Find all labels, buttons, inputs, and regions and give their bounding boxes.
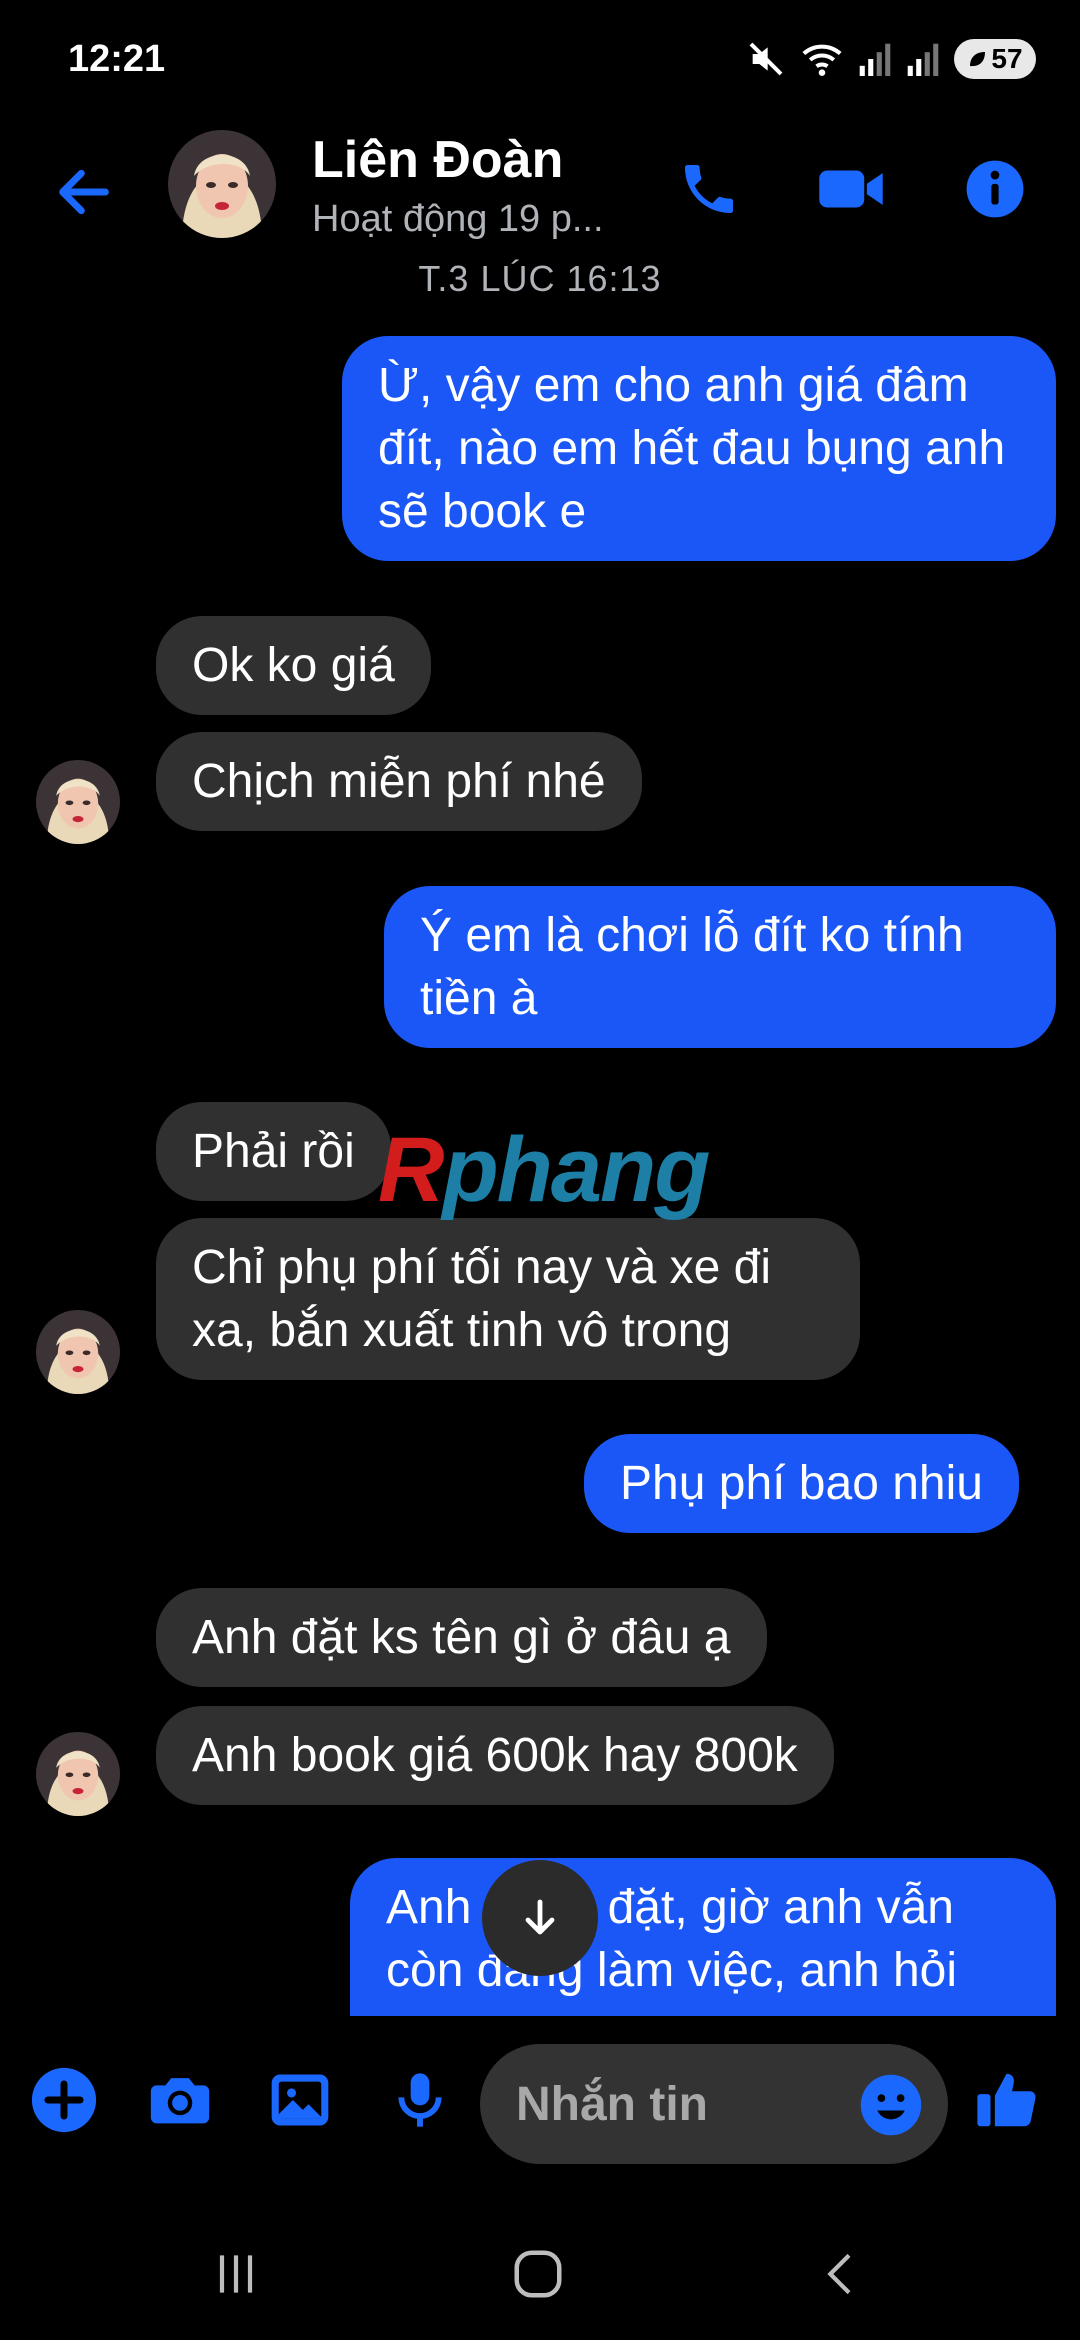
avatar-portrait xyxy=(36,1732,120,1816)
message-text: Anh đặt ks tên gì ở đâu ạ xyxy=(192,1611,731,1664)
message-incoming[interactable]: Ok ko giá xyxy=(156,616,431,715)
conversation-timestamp: T.3 LÚC 16:13 xyxy=(418,258,662,299)
home-icon xyxy=(514,2250,562,2298)
more-actions-button[interactable] xyxy=(24,2060,104,2140)
message-text: Phải rồi xyxy=(192,1125,355,1178)
avatar-portrait xyxy=(36,1310,120,1394)
wifi-icon xyxy=(802,44,842,76)
sender-avatar[interactable] xyxy=(36,760,120,844)
back-arrow-icon xyxy=(59,169,109,215)
message-outgoing[interactable]: Anh chưa đặt, giờ anh vẫn còn đang làm v… xyxy=(350,1858,1056,2016)
message-incoming[interactable]: Anh book giá 600k hay 800k xyxy=(156,1706,834,1805)
sender-avatar[interactable] xyxy=(36,1732,120,1816)
message-outgoing[interactable]: Ừ, vậy em cho anh giá đâm đít, nào em hế… xyxy=(342,336,1056,561)
camera-button[interactable] xyxy=(140,2060,220,2140)
home-button[interactable] xyxy=(506,2242,570,2306)
back-button[interactable] xyxy=(52,160,116,224)
recent-apps-icon xyxy=(219,2255,253,2293)
message-outgoing[interactable]: Phụ phí bao nhiu xyxy=(584,1434,1019,1533)
voice-message-button[interactable] xyxy=(380,2060,460,2140)
message-incoming[interactable]: Chịch miễn phí nhé xyxy=(156,732,642,831)
emoji-icon[interactable] xyxy=(858,2072,924,2138)
message-text: Chịch miễn phí nhé xyxy=(192,755,606,808)
message-incoming[interactable]: Anh đặt ks tên gì ở đâu ạ xyxy=(156,1588,767,1687)
scroll-to-bottom-button[interactable] xyxy=(482,1860,598,1976)
leaf-icon xyxy=(970,52,986,67)
like-button[interactable] xyxy=(968,2060,1048,2140)
mute-icon xyxy=(749,42,783,76)
message-text: Ý em là chơi lỗ đít ko tính tiền à xyxy=(420,909,964,1025)
camera-icon xyxy=(150,2078,210,2124)
back-nav-icon xyxy=(827,2253,851,2295)
image-icon xyxy=(271,2074,329,2126)
message-incoming[interactable]: Phải rồi xyxy=(156,1102,391,1201)
status-time: 12:21 xyxy=(68,38,166,80)
status-icons: 57 xyxy=(746,34,1036,84)
conversation-info-button[interactable] xyxy=(956,150,1034,228)
message-text: Ừ, vậy em cho anh giá đâm đít, nào em hế… xyxy=(378,359,1006,538)
status-bar: 12:21 57 xyxy=(0,0,1080,120)
battery-indicator: 57 xyxy=(954,39,1036,79)
watermark-logo: Rphang xyxy=(378,1119,710,1221)
system-back-button[interactable] xyxy=(810,2242,874,2306)
gallery-button[interactable] xyxy=(260,2060,340,2140)
contact-name[interactable]: Liên Đoàn xyxy=(312,130,563,190)
video-call-button[interactable] xyxy=(812,150,890,228)
phone-icon xyxy=(685,165,733,213)
info-icon xyxy=(966,160,1024,218)
avatar-portrait xyxy=(36,760,120,844)
message-input[interactable] xyxy=(516,2044,856,2164)
system-navigation-bar xyxy=(0,2196,1080,2340)
plus-icon xyxy=(31,2067,97,2133)
contact-avatar[interactable] xyxy=(168,130,276,238)
thumbs-up-icon xyxy=(977,2073,1036,2127)
signal-icon-1 xyxy=(859,43,891,76)
chat-header: Liên Đoàn Hoạt động 19 p... xyxy=(0,120,1080,250)
video-camera-icon xyxy=(819,170,883,208)
message-text: Anh book giá 600k hay 800k xyxy=(192,1729,798,1782)
arrow-down-icon xyxy=(525,1899,555,1935)
message-text: Chỉ phụ phí tối nay và xe đi xa, bắn xuấ… xyxy=(192,1241,772,1357)
message-outgoing[interactable]: Ý em là chơi lỗ đít ko tính tiền à xyxy=(384,886,1056,1048)
message-text: Ok ko giá xyxy=(192,639,395,692)
message-input-container[interactable] xyxy=(480,2044,948,2164)
signal-icon-2 xyxy=(907,43,939,76)
message-text: Anh chưa đặt, giờ anh vẫn còn đang làm v… xyxy=(386,1881,958,1997)
sender-avatar[interactable] xyxy=(36,1310,120,1394)
microphone-icon xyxy=(398,2073,442,2127)
contact-activity-status: Hoạt động 19 p... xyxy=(312,198,604,240)
message-incoming[interactable]: Chỉ phụ phí tối nay và xe đi xa, bắn xuấ… xyxy=(156,1218,860,1380)
battery-level: 57 xyxy=(991,43,1023,74)
recent-apps-button[interactable] xyxy=(204,2242,268,2306)
message-composer xyxy=(0,2016,1080,2196)
avatar-portrait xyxy=(168,130,276,238)
message-text: Phụ phí bao nhiu xyxy=(620,1457,983,1510)
voice-call-button[interactable] xyxy=(670,150,748,228)
